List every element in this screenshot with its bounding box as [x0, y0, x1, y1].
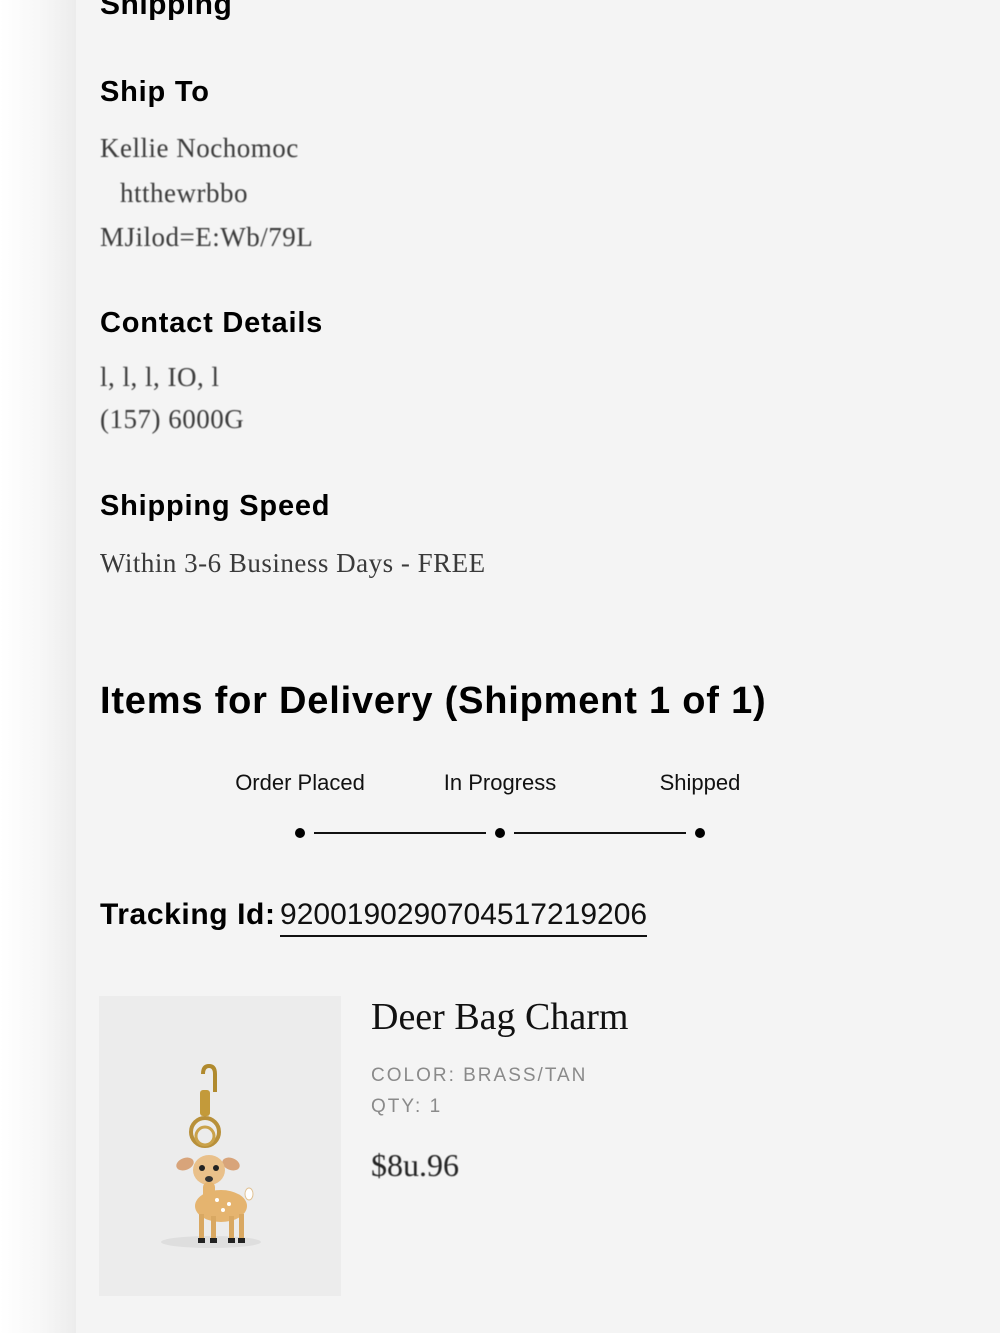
- product-color: COLOR: BRASS/TAN: [371, 1065, 588, 1086]
- ship-to-address: htthewrbbo: [120, 178, 248, 208]
- step-dot-in-progress: [495, 828, 505, 838]
- contact-details-heading: Contact Details: [100, 307, 324, 339]
- tracking-label: Tracking Id:: [100, 898, 276, 931]
- ship-to-heading: Ship To: [100, 76, 210, 108]
- contact-phone: (157) 6000G: [100, 404, 245, 434]
- deer-charm-icon: [161, 1063, 261, 1248]
- shipping-section-title: Shipping: [100, 0, 233, 21]
- contact-email: l, l, l, IO, l: [100, 362, 220, 392]
- step-connector-2: [514, 832, 686, 834]
- ship-to-city-state-zip: MJilod=E:Wb/79L: [100, 222, 314, 252]
- product-price: $8u.96: [371, 1147, 459, 1183]
- left-margin: [0, 0, 76, 1333]
- step-label-order-placed: Order Placed: [235, 770, 365, 795]
- order-details-page: Shipping Ship To Kellie Nochomoc htthewr…: [76, 0, 1000, 1333]
- ship-to-name: Kellie Nochomoc: [100, 133, 299, 163]
- step-connector-1: [314, 832, 486, 834]
- product-image[interactable]: [99, 996, 341, 1296]
- step-dot-shipped: [695, 828, 705, 838]
- shipping-speed-heading: Shipping Speed: [100, 490, 331, 522]
- tracking-id-link[interactable]: 9200190290704517219206: [280, 898, 648, 937]
- shipment-progress-tracker: Order Placed In Progress Shipped: [76, 770, 1000, 850]
- tracking-row: Tracking Id: 9200190290704517219206: [100, 898, 648, 937]
- step-label-in-progress: In Progress: [443, 770, 557, 795]
- product-name[interactable]: Deer Bag Charm: [371, 995, 628, 1039]
- step-label-shipped: Shipped: [659, 770, 741, 795]
- product-qty: QTY: 1: [371, 1096, 443, 1117]
- step-dot-order-placed: [295, 828, 305, 838]
- items-for-delivery-title: Items for Delivery (Shipment 1 of 1): [100, 680, 767, 722]
- shipping-speed-value: Within 3-6 Business Days - FREE: [100, 548, 486, 578]
